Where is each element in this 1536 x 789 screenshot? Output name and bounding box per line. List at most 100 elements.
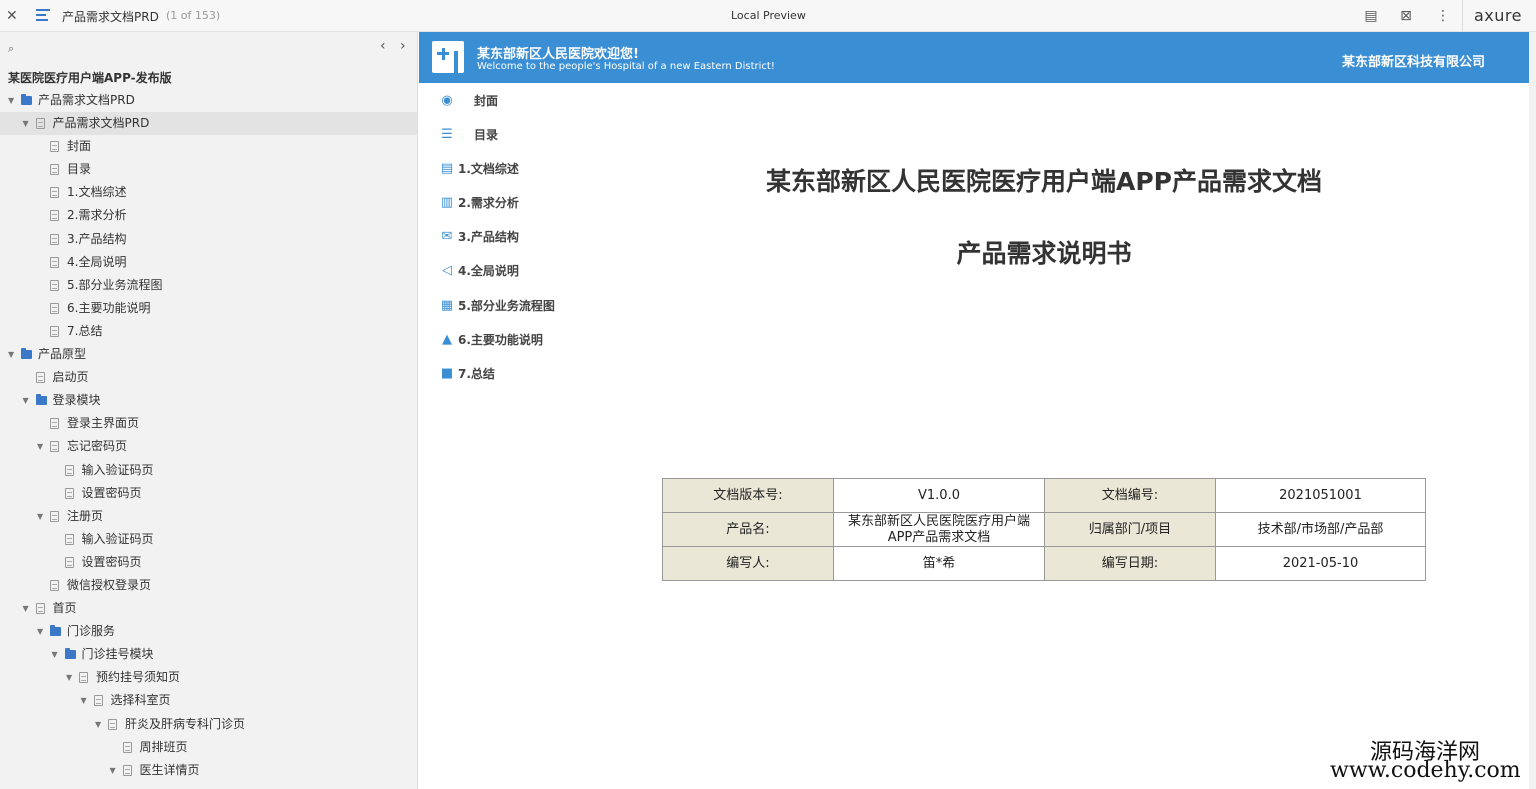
table-cell-value: 2021051001 [1215,478,1426,513]
toc-link[interactable]: ☰ 目录 [439,125,599,145]
toc-link[interactable]: ▥ 2.需求分析 [439,193,599,213]
table-cell-value: 2021-05-10 [1215,546,1426,581]
table-cell-value: 笛*希 [833,546,1045,581]
sitemap-item-label: 产品需求文档PRD [38,93,135,107]
page-icon [50,510,59,522]
chevron-down-icon[interactable]: ▼ [110,759,116,782]
sitemap-item[interactable]: 输入验证码页 [0,459,417,482]
sitemap-item-label: 产品需求文档PRD [52,116,150,131]
sitemap-item-label: 输入验证码页 [81,462,154,477]
table-cell-value: 技术部/市场部/产品部 [1215,512,1426,547]
sitemap-item[interactable]: 5.部分业务流程图 [0,274,417,297]
chevron-left-icon[interactable]: ‹ [380,38,386,54]
chevron-right-icon[interactable]: › [400,38,406,54]
sitemap-item-label: 首页 [52,601,77,616]
sitemap-item[interactable]: ▼ 选择科室页 [0,689,417,712]
chevron-down-icon[interactable]: ▼ [66,666,72,689]
page-icon [50,210,59,222]
close-icon[interactable]: ✕ [6,7,18,25]
page-canvas: 某东部新区人民医院欢迎您! Welcome to the people's Ho… [419,32,1529,789]
sitemap-item[interactable]: ▼ 门诊服务 [0,620,417,643]
toc-link-label: 7.总结 [458,367,495,381]
sitemap-item[interactable]: ▼ 忘记密码页 [0,435,417,458]
chevron-down-icon[interactable]: ▼ [8,89,14,112]
page-icon [50,579,59,591]
divider [1462,0,1463,32]
sitemap-item[interactable]: ▼ 医生详情页 [0,759,417,782]
sitemap-item[interactable]: 7.总结 [0,320,417,343]
toc-link-label: 6.主要功能说明 [458,333,543,347]
toc-link-label: 4.全局说明 [458,264,519,278]
sitemap-item[interactable]: 6.主要功能说明 [0,297,417,320]
page-icon [64,533,74,545]
sitemap-item-label: 5.部分业务流程图 [67,277,163,292]
chevron-down-icon[interactable]: ▼ [23,597,29,620]
sitemap-item[interactable]: ▼ 首页 [0,597,417,620]
page-icon [50,256,59,268]
sitemap-item[interactable]: 封面 [0,135,417,158]
page-icon [50,418,59,430]
chevron-down-icon[interactable]: ▼ [8,343,14,366]
more-options-icon[interactable]: ⋮ [1433,6,1453,26]
toc-link[interactable]: ■ 7.总结 [439,364,599,384]
sitemap-item-label: 门诊服务 [67,624,116,639]
sitemap-item[interactable]: ▼ 产品需求文档PRD [0,112,417,136]
search-icon[interactable]: ⌕ [8,42,14,56]
sitemap-item-label: 3.产品结构 [67,231,127,246]
sitemap-item-label: 设置密码页 [81,554,142,569]
sitemap-item[interactable]: ▼ 产品需求文档PRD [0,89,417,112]
share-icon[interactable]: ⊠ [1396,6,1416,26]
layers-icon: ◉ [441,93,453,108]
sitemap-item[interactable]: 输入验证码页 [0,528,417,551]
sitemap-item[interactable]: 登录主界面页 [0,412,417,435]
toc-link[interactable]: ✉ 3.产品结构 [439,227,599,247]
chevron-down-icon[interactable]: ▼ [37,435,43,458]
sitemap-item[interactable]: ▼ 肝炎及肝病专科门诊页 [0,713,417,736]
sitemap-item[interactable]: 2.需求分析 [0,204,417,227]
notes-icon[interactable]: ▤ [1361,6,1381,26]
sitemap-item[interactable]: 启动页 [0,366,417,389]
sitemap-item[interactable]: 微信授权登录页 [0,574,417,597]
table-cell-key: 归属部门/项目 [1044,512,1216,547]
sitemap-item[interactable]: ▼ 登录模块 [0,389,417,412]
sitemap-item[interactable]: 4.全局说明 [0,251,417,274]
toc-link[interactable]: ◉ 封面 [439,91,599,111]
header-banner: 某东部新区人民医院欢迎您! Welcome to the people's Ho… [419,32,1529,83]
table-row: 文档版本号: V1.0.0 文档编号: 2021051001 [662,478,1426,513]
chevron-down-icon[interactable]: ▼ [95,713,101,736]
toc-link[interactable]: ▦ 5.部分业务流程图 [439,296,599,316]
sitemap-item[interactable]: 1.文档综述 [0,181,417,204]
preview-label: Local Preview [731,9,806,22]
toc-link[interactable]: ▲ 6.主要功能说明 [439,330,599,350]
sitemap-menu-icon[interactable] [36,9,50,22]
company-name: 某东部新区科技有限公司 [1342,55,1486,70]
sitemap-pane: ⌕ ‹ › 某医院医疗用户端APP-发布版 ▼ 产品需求文档PRD ▼ 产品需求文档P… [0,32,418,789]
sitemap-item[interactable]: ▼ 预约挂号须知页 [0,666,417,689]
chevron-down-icon[interactable]: ▼ [37,505,43,528]
hospital-logo-icon [432,41,464,73]
chevron-down-icon[interactable]: ▼ [81,689,87,712]
table-cell-key: 编写日期: [1044,546,1216,581]
toc-link-label: 1.文档综述 [458,162,519,176]
sitemap-item[interactable]: ▼ 门诊挂号模块 [0,643,417,666]
page-icon [35,372,45,384]
folder-icon [21,94,32,105]
chevron-down-icon[interactable]: ▼ [52,643,58,666]
sitemap-item-label: 6.主要功能说明 [67,300,151,315]
chevron-down-icon[interactable]: ▼ [23,112,29,135]
sitemap-item[interactable]: 设置密码页 [0,551,417,574]
sitemap-item-label: 肝炎及肝病专科门诊页 [125,716,246,731]
toc-link[interactable]: ◁ 4.全局说明 [439,261,599,281]
sitemap-item[interactable]: ▼ 注册页 [0,505,417,528]
sitemap-item[interactable]: 周排班页 [0,736,417,759]
sitemap-item[interactable]: 目录 [0,158,417,181]
toc-link[interactable]: ▤ 1.文档综述 [439,159,599,179]
sitemap-item[interactable]: ▼ 产品原型 [0,343,417,366]
scrollbar[interactable] [1529,32,1536,789]
sitemap-item[interactable]: 3.产品结构 [0,228,417,251]
sitemap-item[interactable]: 设置密码页 [0,482,417,505]
chevron-down-icon[interactable]: ▼ [37,620,43,643]
chevron-down-icon[interactable]: ▼ [23,389,29,412]
page-icon [35,603,45,615]
sitemap-item-label: 微信授权登录页 [67,577,152,592]
